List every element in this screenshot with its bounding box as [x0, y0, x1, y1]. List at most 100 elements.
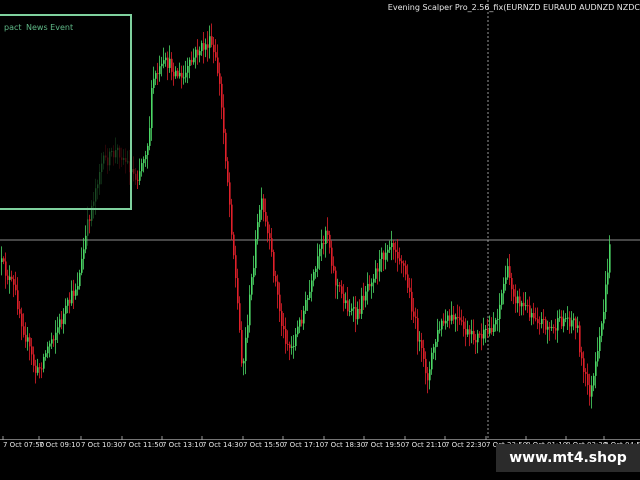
candle-body	[377, 268, 379, 272]
candle-body	[273, 252, 275, 276]
candle-body	[541, 319, 543, 325]
candle-body	[237, 278, 239, 304]
candle-body	[483, 329, 485, 339]
candle-body	[275, 275, 277, 282]
candle-body	[65, 305, 67, 314]
candle-body	[323, 243, 325, 245]
candle-body	[245, 337, 247, 362]
candle-body	[607, 272, 609, 285]
candle-body	[87, 219, 89, 236]
candle-body	[447, 315, 449, 321]
candle-body	[293, 346, 295, 348]
candle-body	[413, 311, 415, 317]
candle-body	[277, 281, 279, 295]
candle-body	[365, 291, 367, 301]
candle-body	[261, 198, 263, 210]
candle-body	[519, 296, 521, 307]
candle-body	[149, 128, 151, 146]
candle-body	[153, 78, 155, 89]
candle-body	[561, 316, 563, 327]
candle-body	[145, 154, 147, 160]
candle-body	[23, 326, 25, 335]
candle-body	[433, 347, 435, 353]
candle-body	[181, 72, 183, 78]
time-tick-label: 7 Oct 22:30	[445, 441, 487, 449]
candle-body	[313, 271, 315, 281]
candle-body	[241, 329, 243, 364]
candle-body	[325, 230, 327, 244]
candle-body	[569, 317, 571, 327]
candle-body	[161, 63, 163, 67]
candle-body	[283, 325, 285, 330]
price-chart[interactable]: Evening Scalper Pro_2.56_fix(EURNZD EURA…	[0, 0, 640, 440]
news-panel[interactable]: pact News Event	[0, 14, 132, 210]
candle-body	[375, 268, 377, 279]
news-column-impact: pact	[4, 23, 22, 32]
candle-body	[391, 242, 393, 248]
candle-body	[463, 321, 465, 329]
candle-body	[25, 334, 27, 342]
candle-body	[533, 312, 535, 319]
candle-body	[429, 369, 431, 381]
candle-body	[189, 59, 191, 67]
candle-body	[7, 275, 9, 280]
candle-body	[79, 272, 81, 287]
candle-body	[531, 312, 533, 318]
candle-body	[487, 328, 489, 334]
candle-body	[363, 295, 365, 301]
candle-body	[309, 291, 311, 298]
candle-body	[329, 234, 331, 248]
candle-body	[361, 295, 363, 314]
candle-body	[83, 249, 85, 259]
candle-body	[243, 361, 245, 364]
candle-body	[509, 266, 511, 278]
candle-body	[89, 219, 91, 221]
candle-body	[399, 258, 401, 262]
candle-body	[557, 318, 559, 331]
candle-body	[369, 283, 371, 287]
candle-body	[239, 303, 241, 330]
candle-body	[17, 290, 19, 310]
candle-body	[511, 277, 513, 290]
candle-body	[553, 327, 555, 329]
candle-body	[299, 319, 301, 327]
candle-body	[53, 339, 55, 341]
candle-body	[559, 316, 561, 319]
candle-body	[185, 72, 187, 78]
candle-body	[49, 343, 51, 347]
candle-body	[203, 43, 205, 50]
candle-body	[573, 318, 575, 321]
candle-body	[209, 36, 211, 48]
candle-body	[427, 373, 429, 381]
candle-body	[439, 329, 441, 331]
candle-body	[515, 296, 517, 304]
candle-body	[321, 243, 323, 249]
time-tick-label: 7 Oct 14:30	[202, 441, 244, 449]
candle-body	[317, 256, 319, 269]
candle-body	[497, 318, 499, 320]
news-column-event: News Event	[26, 23, 74, 32]
candle-body	[415, 316, 417, 319]
time-tick-label: 7 Oct 13:10	[162, 441, 204, 449]
candle-body	[407, 274, 409, 288]
candle-body	[297, 326, 299, 335]
candle-body	[461, 320, 463, 322]
watermark: www.mt4.shop	[496, 444, 640, 472]
candle-body	[587, 373, 589, 386]
candle-body	[137, 179, 139, 181]
time-tick-label: 7 Oct 19:50	[364, 441, 406, 449]
candle-body	[581, 352, 583, 359]
candle-body	[421, 340, 423, 349]
candle-body	[221, 83, 223, 108]
candle-body	[431, 352, 433, 370]
candle-body	[387, 249, 389, 253]
candle-body	[555, 328, 557, 331]
candle-body	[525, 305, 527, 307]
candle-body	[155, 73, 157, 79]
candle-body	[291, 346, 293, 348]
candle-body	[449, 315, 451, 321]
candle-body	[597, 351, 599, 362]
candle-body	[359, 308, 361, 314]
candle-body	[401, 261, 403, 264]
candle-body	[253, 268, 255, 278]
